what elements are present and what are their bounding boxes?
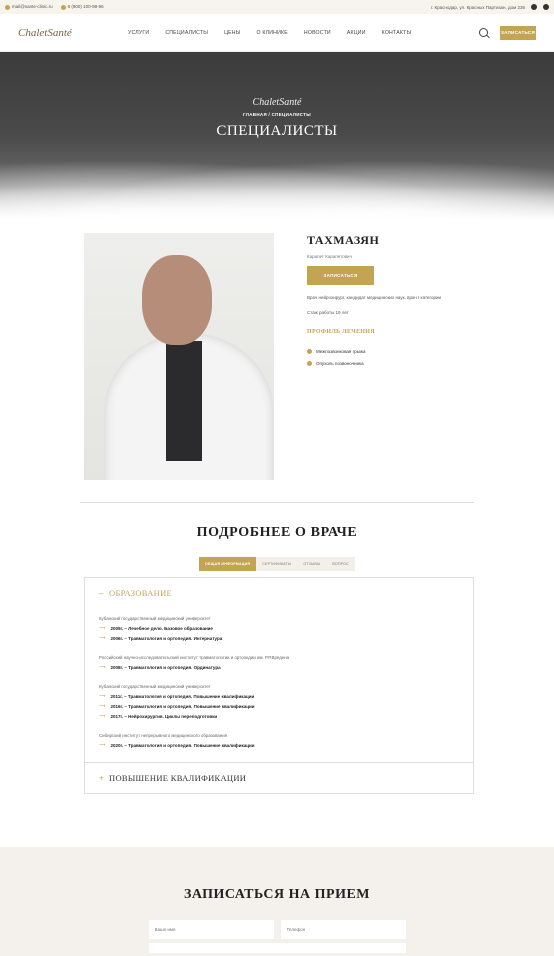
education-row: ⟶ 2008г. – Травматология и ортопедия. Орд… bbox=[99, 664, 459, 670]
education-row: ⟶ 2016г. – Травматология и ортопедия. Пов… bbox=[99, 703, 459, 709]
more-section: ПОДРОБНЕЕ О ВРАЧЕ ОБЩАЯ ИНФОРМАЦИЯ СЕРТИ… bbox=[0, 503, 554, 571]
search-icon[interactable] bbox=[479, 28, 488, 37]
education-row-text: 2005г. – Лечебное дело. Базовое образова… bbox=[110, 625, 213, 631]
tab-question[interactable]: ВОПРОС bbox=[326, 557, 355, 571]
bullet-icon bbox=[307, 349, 312, 354]
arrow-right-icon: ⟶ bbox=[99, 742, 106, 747]
arrow-right-icon: ⟶ bbox=[99, 664, 106, 669]
collapse-icon: – bbox=[99, 588, 104, 598]
page-title: СПЕЦИАЛИСТЫ bbox=[216, 123, 338, 139]
profile-title: ПРОФИЛЬ ЛЕЧЕНИЯ bbox=[307, 329, 375, 335]
arrow-right-icon: ⟶ bbox=[99, 713, 106, 718]
site-header: ChaletSanté УСЛУГИ СПЕЦИАЛИСТЫ ЦЕНЫ О КЛ… bbox=[0, 14, 554, 52]
main-nav: УСЛУГИ СПЕЦИАЛИСТЫ ЦЕНЫ О КЛИНИКЕ НОВОСТ… bbox=[128, 30, 479, 36]
arrow-right-icon: ⟶ bbox=[99, 635, 106, 640]
email-link[interactable]: mail@sante-clinic.ru bbox=[5, 4, 53, 10]
phone-icon bbox=[60, 4, 66, 10]
instagram-icon[interactable] bbox=[531, 4, 537, 10]
logo[interactable]: ChaletSanté bbox=[18, 27, 128, 39]
tab-general[interactable]: ОБЩАЯ ИНФОРМАЦИЯ bbox=[199, 557, 257, 571]
qualification-accordion: + ПОВЫШЕНИЕ КВАЛИФИКАЦИИ bbox=[84, 763, 474, 794]
institution: Кубанский государственный медицинский ун… bbox=[99, 684, 211, 689]
education-row: ⟶ 2005г. – Лечебное дело. Базовое образов… bbox=[99, 625, 459, 631]
photo-head bbox=[142, 255, 212, 345]
doctor-card: ТАХМАЗЯН Карапет Карапетович ЗАПИСАТЬСЯ … bbox=[0, 220, 554, 502]
header-signup-button[interactable]: ЗАПИСАТЬСЯ bbox=[500, 25, 536, 40]
education-row: ⟶ 2020г. – Травматология и ортопедия. Пов… bbox=[99, 742, 459, 748]
phone-input[interactable] bbox=[280, 920, 406, 939]
profile-item: Межпозвонковая грыжа bbox=[307, 349, 497, 354]
mail-icon bbox=[5, 4, 10, 10]
form-title: ЗАПИСАТЬСЯ НА ПРИЕМ bbox=[183, 887, 371, 902]
tab-reviews[interactable]: ОТЗЫВЫ bbox=[297, 557, 327, 571]
signup-form-section: ЗАПИСАТЬСЯ НА ПРИЕМ bbox=[0, 847, 554, 956]
arrow-right-icon: ⟶ bbox=[99, 693, 106, 698]
hero-logo: ChaletSanté bbox=[252, 97, 302, 108]
education-header[interactable]: – ОБРАЗОВАНИЕ bbox=[85, 578, 473, 608]
education-row-text: 2006г. – Травматология и ортопедия. Инте… bbox=[110, 635, 223, 641]
profile-item-label: Опухоль позвоночника bbox=[316, 361, 364, 366]
expand-icon: + bbox=[99, 773, 105, 783]
education-row: ⟶ 2017г. – Нейрохирургия. Циклы переподго… bbox=[99, 713, 459, 719]
education-row-text: 2016г. – Травматология и ортопедия. Повы… bbox=[110, 703, 255, 709]
education-row-text: 2011г. – Травматология и ортопедия. Повы… bbox=[110, 693, 255, 699]
social-icon[interactable] bbox=[543, 4, 549, 10]
nav-news[interactable]: НОВОСТИ bbox=[304, 30, 331, 36]
profile-item: Опухоль позвоночника bbox=[307, 361, 497, 366]
doctor-surname: ТАХМАЗЯН bbox=[307, 233, 380, 247]
arrow-right-icon: ⟶ bbox=[99, 703, 106, 708]
hero-banner: ChaletSanté ГЛАВНАЯ / СПЕЦИАЛИСТЫ СПЕЦИА… bbox=[0, 52, 554, 220]
education-row-text: 2020г. – Травматология и ортопедия. Повы… bbox=[110, 742, 255, 748]
doctor-experience: Стаж работы 19 лет bbox=[307, 310, 349, 315]
tab-certificates[interactable]: СЕРТИФИКАТЫ bbox=[256, 557, 298, 571]
doctor-name: Карапет Карапетович bbox=[307, 254, 352, 259]
education-title: ОБРАЗОВАНИЕ bbox=[109, 588, 173, 598]
top-bar: mail@sante-clinic.ru 8 (800) 100-98-96 г… bbox=[0, 0, 554, 14]
breadcrumb[interactable]: ГЛАВНАЯ / СПЕЦИАЛИСТЫ bbox=[0, 112, 554, 117]
photo-shirt bbox=[166, 341, 202, 461]
tab-bar: ОБЩАЯ ИНФОРМАЦИЯ СЕРТИФИКАТЫ ОТЗЫВЫ ВОПР… bbox=[0, 557, 554, 571]
nav-specialists[interactable]: СПЕЦИАЛИСТЫ bbox=[165, 30, 208, 36]
institution: Российский научно-исследовательский инст… bbox=[99, 655, 290, 660]
hero-fog bbox=[0, 150, 554, 220]
education-row-text: 2008г. – Травматология и ортопедия. Орди… bbox=[110, 664, 221, 670]
message-input[interactable] bbox=[148, 943, 406, 953]
education-row-text: 2017г. – Нейрохирургия. Циклы переподгот… bbox=[110, 713, 218, 719]
education-body: Кубанский государственный медицинский ун… bbox=[85, 616, 473, 762]
address-text: г. Краснодар, ул. Красных Партизан, дом … bbox=[430, 4, 525, 10]
qualification-title: ПОВЫШЕНИЕ КВАЛИФИКАЦИИ bbox=[109, 773, 247, 783]
education-accordion: – ОБРАЗОВАНИЕ Кубанский государственный … bbox=[84, 577, 474, 763]
doctor-info: ТАХМАЗЯН Карапет Карапетович ЗАПИСАТЬСЯ … bbox=[307, 233, 497, 502]
doctor-description: Врач нейрохирург, кандидат медицинских н… bbox=[307, 295, 442, 300]
education-row: ⟶ 2011г. – Травматология и ортопедия. Пов… bbox=[99, 693, 459, 699]
form-inputs bbox=[0, 920, 554, 939]
education-row: ⟶ 2006г. – Травматология и ортопедия. Инт… bbox=[99, 635, 459, 641]
nav-promos[interactable]: АКЦИИ bbox=[347, 30, 366, 36]
nav-prices[interactable]: ЦЕНЫ bbox=[224, 30, 240, 36]
nav-contacts[interactable]: КОНТАКТЫ bbox=[382, 30, 412, 36]
profile-list: Межпозвонковая грыжа Опухоль позвоночник… bbox=[307, 349, 497, 366]
bullet-icon bbox=[307, 361, 312, 366]
nav-services[interactable]: УСЛУГИ bbox=[128, 30, 149, 36]
institution: Сибирский институт непрерывного медицинс… bbox=[99, 733, 228, 738]
name-input[interactable] bbox=[148, 920, 274, 939]
arrow-right-icon: ⟶ bbox=[99, 625, 106, 630]
doctor-signup-button[interactable]: ЗАПИСАТЬСЯ bbox=[307, 266, 374, 285]
profile-item-label: Межпозвонковая грыжа bbox=[316, 349, 366, 354]
section-title: ПОДРОБНЕЕ О ВРАЧЕ bbox=[196, 525, 358, 540]
institution: Кубанский государственный медицинский ун… bbox=[99, 616, 211, 621]
doctor-photo bbox=[84, 233, 274, 480]
nav-about[interactable]: О КЛИНИКЕ bbox=[257, 30, 288, 36]
phone-link[interactable]: 8 (800) 100-98-96 bbox=[60, 4, 104, 10]
qualification-header[interactable]: + ПОВЫШЕНИЕ КВАЛИФИКАЦИИ bbox=[85, 763, 473, 793]
